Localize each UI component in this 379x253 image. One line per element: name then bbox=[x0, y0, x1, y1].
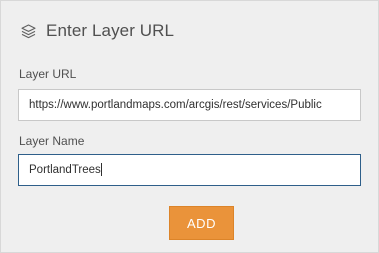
layer-name-label: Layer Name bbox=[19, 134, 85, 148]
layer-name-value: PortlandTrees bbox=[29, 164, 101, 176]
text-cursor bbox=[100, 163, 102, 177]
panel-title: Enter Layer URL bbox=[46, 21, 175, 40]
layers-icon bbox=[19, 22, 37, 40]
panel-header: Enter Layer URL bbox=[19, 19, 174, 43]
layer-url-label: Layer URL bbox=[19, 67, 77, 81]
add-button[interactable]: ADD bbox=[169, 206, 234, 240]
layer-url-input[interactable]: https://www.portlandmaps.com/arcgis/rest… bbox=[18, 89, 361, 121]
enter-layer-url-panel: Enter Layer URL Layer URL https://www.po… bbox=[0, 0, 379, 253]
layer-url-value: https://www.portlandmaps.com/arcgis/rest… bbox=[29, 99, 322, 111]
layer-name-input[interactable]: PortlandTrees bbox=[18, 154, 361, 186]
